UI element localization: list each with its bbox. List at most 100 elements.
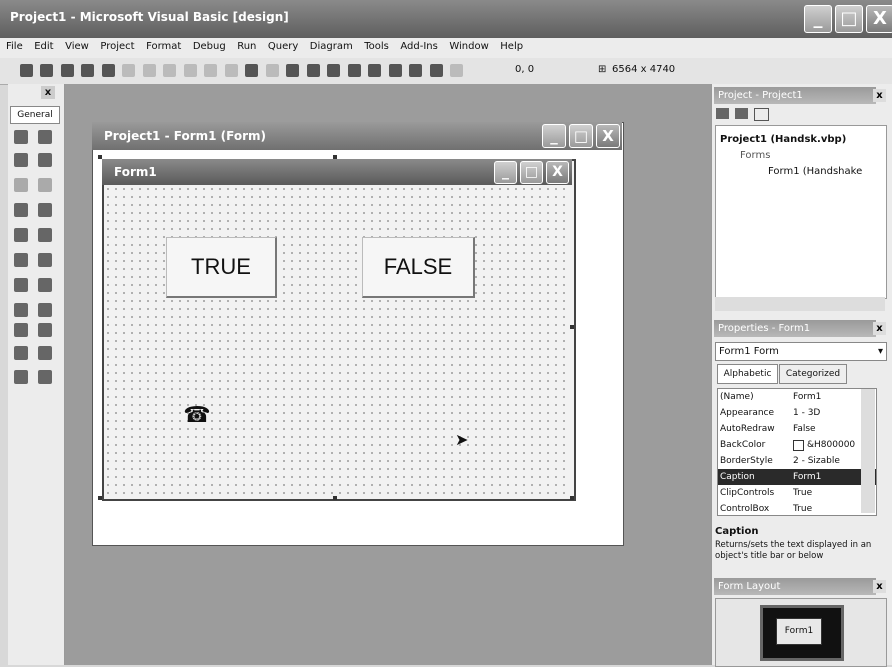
designer-maximize-button[interactable]: □ [569,124,593,148]
property-row[interactable]: BorderStyle 2 - Sizable [718,453,876,469]
menu-editor-icon[interactable] [60,64,74,77]
label-tool-icon[interactable] [14,153,28,167]
maximize-button[interactable]: □ [835,5,863,33]
tab-categorized[interactable]: Categorized [779,364,847,384]
listbox-tool-icon[interactable] [38,228,52,242]
project1-node[interactable]: Project1 (Handsk.vbp) [720,134,846,145]
pointer-tool-icon[interactable] [14,130,28,144]
designer-close-button[interactable]: X [596,124,620,148]
dirlistbox-tool-icon[interactable] [14,303,28,317]
filelistbox-tool-icon[interactable] [38,303,52,317]
properties-close-button[interactable]: x [873,322,886,335]
shape-tool-icon[interactable] [14,323,28,337]
frame-tool-icon[interactable] [14,178,28,192]
menu-query[interactable]: Query [266,38,300,55]
view-code-icon[interactable] [716,108,729,119]
toolbox-icon[interactable] [388,64,402,77]
property-row[interactable]: ControlBox True [718,501,876,515]
open-project-icon[interactable] [81,64,94,77]
resize-handle[interactable] [98,155,102,159]
optionbutton-tool-icon[interactable] [38,203,52,217]
component-manager-icon[interactable] [429,64,443,77]
properties-window-icon[interactable] [327,64,340,77]
form1-node[interactable]: Form1 (Handshake [768,166,862,177]
toolbox-general-tab[interactable]: General [10,106,60,124]
property-row-selected[interactable]: Caption Form1 [718,469,876,485]
resize-handle[interactable] [333,155,337,159]
property-row[interactable]: (Name) Form1 [718,389,876,405]
project-tree-scrollbar[interactable] [715,297,885,311]
start-icon[interactable] [245,64,258,77]
resize-handle[interactable] [333,496,337,500]
redo-icon[interactable] [224,64,238,77]
menu-project[interactable]: Project [98,38,136,55]
menu-help[interactable]: Help [498,38,525,55]
break-icon[interactable] [265,64,279,77]
timer-tool-icon[interactable] [14,278,28,292]
form1-design-grid[interactable] [104,185,570,495]
menu-format[interactable]: Format [144,38,183,55]
textbox-tool-icon[interactable] [38,153,52,167]
end-icon[interactable] [286,64,299,77]
vscrollbar-tool-icon[interactable] [38,253,52,267]
view-object-icon[interactable] [735,108,748,119]
form1-close-button[interactable]: X [546,161,569,184]
property-row[interactable]: ClipControls True [718,485,876,501]
menu-debug[interactable]: Debug [191,38,228,55]
false-command-button[interactable]: FALSE [362,237,475,298]
menu-add-ins[interactable]: Add-Ins [398,38,439,55]
image-tool-icon[interactable] [14,346,28,360]
form1-minimize-button[interactable]: _ [494,161,517,184]
combobox-tool-icon[interactable] [14,228,28,242]
undo-icon[interactable] [204,64,217,77]
forms-folder-node[interactable]: Forms [740,150,770,161]
resize-handle[interactable] [570,325,574,329]
tab-alphabetic[interactable]: Alphabetic [717,364,778,384]
menu-tools[interactable]: Tools [362,38,391,55]
line-tool-icon[interactable] [38,323,52,337]
menu-run[interactable]: Run [235,38,258,55]
checkbox-tool-icon[interactable] [14,203,28,217]
true-command-button[interactable]: TRUE [166,237,277,298]
menu-edit[interactable]: Edit [32,38,55,55]
chevron-down-icon[interactable]: ▾ [878,343,883,360]
properties-object-dropdown[interactable]: Form1 Form ▾ [715,342,887,361]
toolbox-close-button[interactable]: x [41,86,55,99]
form-designer-title-bar[interactable]: Project1 - Form1 (Form) _ □ X [92,122,622,150]
property-row[interactable]: AutoRedraw False [718,421,876,437]
property-row[interactable]: BackColor &H800000 [718,437,876,453]
minimize-button[interactable]: _ [804,5,832,33]
ole-tool-icon[interactable] [14,370,28,384]
paste-icon[interactable] [163,64,176,77]
hscrollbar-tool-icon[interactable] [14,253,28,267]
find-icon[interactable] [183,64,197,77]
drivelistbox-tool-icon[interactable] [38,278,52,292]
form-layout-icon[interactable] [347,64,361,77]
project-explorer-close-button[interactable]: x [873,89,886,102]
property-row[interactable]: Appearance 1 - 3D [718,405,876,421]
add-project-icon[interactable] [19,64,33,77]
designer-minimize-button[interactable]: _ [542,124,566,148]
close-button[interactable]: X [866,5,892,33]
form-layout-close-button[interactable]: x [873,580,886,593]
add-form-icon[interactable] [40,64,53,77]
form1-title-bar[interactable]: Form1 _ □ X [102,159,572,185]
picturebox-tool-icon[interactable] [38,130,52,144]
cut-icon[interactable] [122,64,135,77]
mscomm-tool-icon[interactable] [38,370,52,384]
properties-scrollbar[interactable] [861,389,875,513]
copy-icon[interactable] [142,64,156,77]
object-browser-icon[interactable] [368,64,381,77]
menu-window[interactable]: Window [447,38,490,55]
mscomm-control-phone-icon[interactable]: ☎ [183,402,211,430]
form-position-preview[interactable]: Form1 [776,618,822,645]
save-project-icon[interactable] [101,64,115,77]
commandbutton-tool-icon[interactable] [38,178,52,192]
resize-handle[interactable] [570,496,574,500]
menu-file[interactable]: File [4,38,25,55]
project-explorer-icon[interactable] [306,64,320,77]
menu-diagram[interactable]: Diagram [308,38,355,55]
resize-handle[interactable] [98,496,102,500]
data-tool-icon[interactable] [38,346,52,360]
menu-view[interactable]: View [63,38,91,55]
